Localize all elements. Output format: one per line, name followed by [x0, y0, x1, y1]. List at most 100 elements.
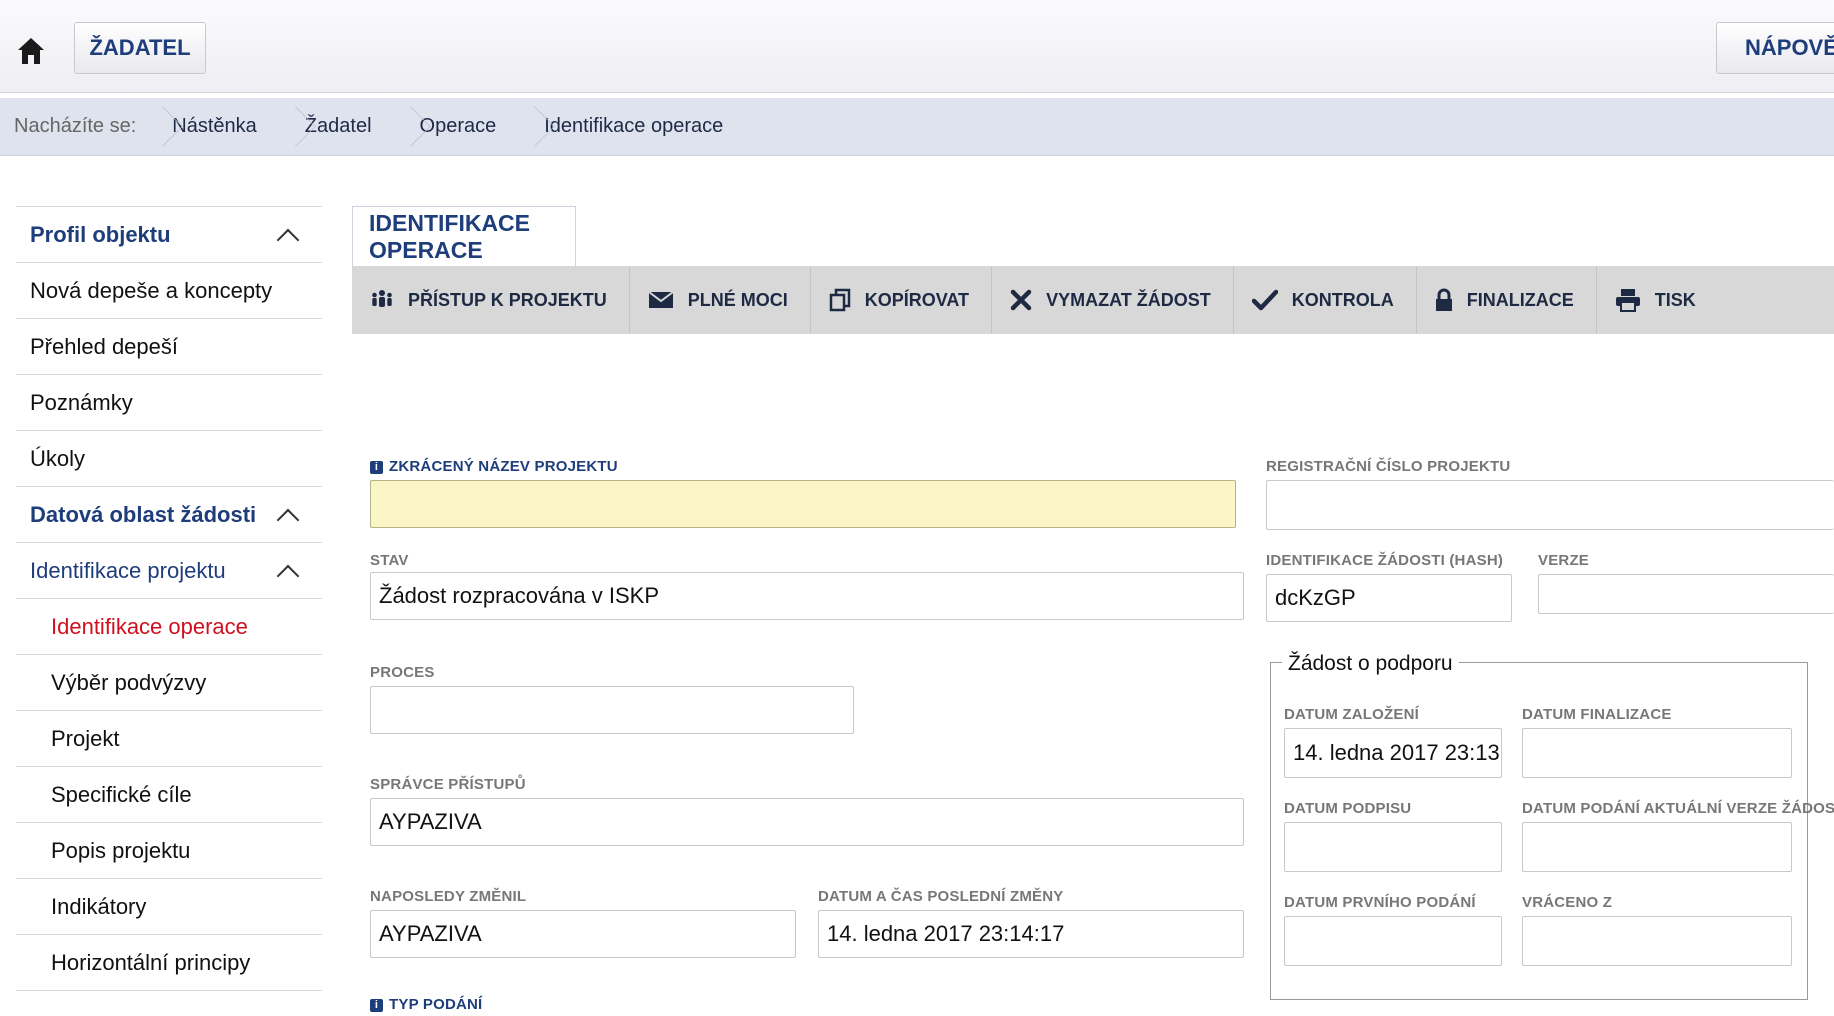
submission-type-label: i TYP PODÁNÍ — [370, 996, 482, 1013]
chevron-up-icon[interactable] — [276, 228, 300, 252]
sidebar-item-label: Projekt — [51, 725, 120, 751]
check-button[interactable]: KONTROLA — [1234, 266, 1417, 334]
finalize-label: FINALIZACE — [1466, 289, 1574, 310]
check-label: KONTROLA — [1291, 289, 1394, 310]
envelope-icon — [648, 291, 674, 308]
sidebar-item-prehled-depesi[interactable]: Přehled depeší — [16, 319, 322, 375]
delete-application-button[interactable]: VYMAZAT ŽÁDOST — [992, 266, 1234, 334]
sidebar-item-projekt[interactable]: Projekt — [16, 711, 322, 767]
copy-label: KOPÍROVAT — [864, 289, 970, 310]
registration-number-label: REGISTRAČNÍ ČÍSLO PROJEKTU — [1266, 458, 1511, 475]
founding-date-label: DATUM ZALOŽENÍ — [1284, 706, 1420, 723]
lock-icon — [1435, 288, 1452, 311]
help-button[interactable]: NÁPOVĚDA — [1716, 22, 1834, 74]
sidebar-item-identifikace-operace[interactable]: Identifikace operace — [16, 599, 322, 655]
sidebar-item-identifikace-projektu[interactable]: Identifikace projektu — [16, 543, 322, 599]
submission-type-label-text: TYP PODÁNÍ — [389, 996, 483, 1013]
status-field[interactable]: Žádost rozpracována v ISKP — [370, 572, 1244, 620]
access-button[interactable]: PŘÍSTUP K PROJEKTU — [352, 266, 630, 334]
short-name-label-text: ZKRÁCENÝ NÁZEV PROJEKTU — [389, 458, 618, 475]
sidebar-item-poznamky[interactable]: Poznámky — [16, 375, 322, 431]
breadcrumb-prefix: Nacházíte se: — [14, 115, 137, 137]
sidebar-item-label: Přehled depeší — [30, 333, 178, 359]
sidebar-item-label: Identifikace projektu — [30, 557, 226, 583]
sidebar-item-label: Horizontální principy — [51, 949, 251, 975]
sidebar-item-label: Nová depeše a koncepty — [30, 277, 273, 303]
breadcrumb: Nacházíte se: Nástěnka Žadatel Operace I… — [0, 98, 1834, 156]
sidebar-item-label: Úkoly — [30, 445, 86, 471]
copy-button[interactable]: KOPÍROVAT — [811, 266, 993, 334]
last-change-date-field[interactable]: 14. ledna 2017 23:14:17 — [818, 910, 1244, 958]
first-submission-date-label: DATUM PRVNÍHO PODÁNÍ — [1284, 894, 1476, 911]
sidebar-item-ukoly[interactable]: Úkoly — [16, 431, 322, 487]
access-button-label: PŘÍSTUP K PROJEKTU — [408, 289, 607, 310]
checkmark-icon — [1251, 289, 1278, 311]
first-submission-date-field[interactable] — [1284, 916, 1502, 966]
top-bar: ŽADATEL NÁPOVĚDA — [0, 0, 1834, 93]
short-name-label: i ZKRÁCENÝ NÁZEV PROJEKTU — [370, 458, 618, 475]
process-label: PROCES — [370, 664, 435, 681]
returned-from-field[interactable] — [1522, 916, 1792, 966]
people-icon — [372, 290, 392, 307]
access-manager-label: SPRÁVCE PŘÍSTUPŮ — [370, 776, 526, 793]
sidebar-item-label: Indikátory — [51, 893, 147, 919]
chevron-up-icon[interactable] — [276, 564, 300, 588]
breadcrumb-item-zadatel[interactable]: Žadatel — [283, 98, 398, 156]
signature-date-field[interactable] — [1284, 822, 1502, 872]
version-field[interactable] — [1538, 574, 1834, 614]
sidebar-item-label: Datová oblast žádosti — [30, 501, 257, 527]
sidebar-item-indikatory[interactable]: Indikátory — [16, 879, 322, 935]
breadcrumb-item-nastenka[interactable]: Nástěnka — [150, 98, 283, 156]
tab-identifikace-operace[interactable]: IDENTIFIKACE OPERACE — [352, 206, 576, 266]
sidebar-item-vyber-podvyzvy[interactable]: Výběr podvýzvy — [16, 655, 322, 711]
sidebar-item-label: Specifické cíle — [51, 781, 192, 807]
powers-of-attorney-button[interactable]: PLNÉ MOCI — [630, 266, 811, 334]
breadcrumb-item-operace[interactable]: Operace — [398, 98, 523, 156]
sidebar-item-label: Poznámky — [30, 389, 133, 415]
sidebar-item-label: Profil objektu — [30, 221, 171, 247]
home-button[interactable] — [10, 22, 52, 80]
registration-number-field[interactable] — [1266, 480, 1834, 530]
finalize-button[interactable]: FINALIZACE — [1417, 266, 1597, 334]
status-label: STAV — [370, 552, 409, 569]
founding-date-field[interactable]: 14. ledna 2017 23:13:59 — [1284, 728, 1502, 778]
zadatel-button[interactable]: ŽADATEL — [74, 22, 206, 74]
info-icon: i — [370, 461, 383, 474]
last-changed-by-field[interactable]: AYPAZIVA — [370, 910, 796, 958]
version-label: VERZE — [1538, 552, 1590, 569]
chevron-up-icon[interactable] — [276, 508, 300, 532]
support-request-legend: Žádost o podporu — [1282, 652, 1459, 676]
printer-icon — [1615, 289, 1640, 312]
powers-of-attorney-label: PLNÉ MOCI — [687, 289, 788, 310]
finalization-date-label: DATUM FINALIZACE — [1522, 706, 1672, 723]
print-button[interactable]: TISK — [1597, 266, 1718, 334]
sidebar-item-label: Popis projektu — [51, 837, 191, 863]
toolbar: PŘÍSTUP K PROJEKTU PLNÉ MOCI KOPÍROVAT V… — [352, 266, 1834, 334]
short-name-input[interactable] — [370, 480, 1236, 528]
sidebar-item-specificke-cile[interactable]: Specifické cíle — [16, 767, 322, 823]
info-icon: i — [370, 999, 383, 1012]
sidebar-item-horizontalni-principy[interactable]: Horizontální principy — [16, 935, 322, 991]
copy-icon — [829, 288, 850, 312]
access-manager-field[interactable]: AYPAZIVA — [370, 798, 1244, 846]
sidebar-item-label: Identifikace operace — [51, 613, 248, 639]
sidebar-item-datova-oblast[interactable]: Datová oblast žádosti — [16, 487, 322, 543]
home-icon — [18, 38, 44, 64]
current-version-submission-date-field[interactable] — [1522, 822, 1792, 872]
sidebar-item-popis-projektu[interactable]: Popis projektu — [16, 823, 322, 879]
signature-date-label: DATUM PODPISU — [1284, 800, 1412, 817]
process-field[interactable] — [370, 686, 854, 734]
sidebar-item-profil-objektu[interactable]: Profil objektu — [16, 207, 322, 263]
request-hash-label: IDENTIFIKACE ŽÁDOSTI (HASH) — [1266, 552, 1504, 569]
last-change-date-label: DATUM A ČAS POSLEDNÍ ZMĚNY — [818, 888, 1064, 905]
returned-from-label: VRÁCENO Z — [1522, 894, 1613, 911]
sidebar: Profil objektu Nová depeše a koncepty Př… — [16, 206, 322, 991]
sidebar-item-label: Výběr podvýzvy — [51, 669, 207, 695]
breadcrumb-item-current: Identifikace operace — [522, 98, 749, 156]
sidebar-item-nova-depese[interactable]: Nová depeše a koncepty — [16, 263, 322, 319]
finalization-date-field[interactable] — [1522, 728, 1792, 778]
request-hash-field[interactable]: dcKzGP — [1266, 574, 1512, 622]
print-label: TISK — [1654, 289, 1696, 310]
last-changed-by-label: NAPOSLEDY ZMĚNIL — [370, 888, 527, 905]
current-version-submission-date-label: DATUM PODÁNÍ AKTUÁLNÍ VERZE ŽÁDOSTI — [1522, 800, 1834, 817]
